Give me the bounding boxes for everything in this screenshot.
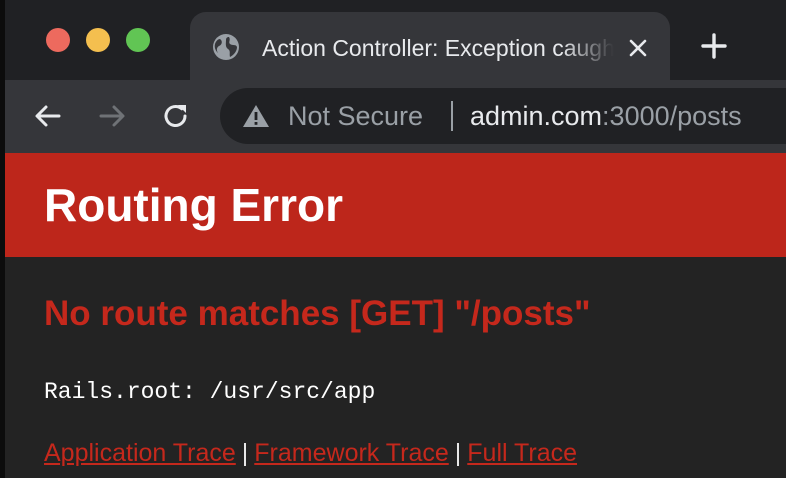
page-title: Routing Error (44, 179, 343, 231)
trace-links: Application Trace | Framework Trace | Full T… (44, 436, 577, 470)
window-edge (0, 0, 5, 478)
tab-strip: Action Controller: Exception caught (0, 0, 786, 82)
arrow-right-icon[interactable] (96, 100, 128, 132)
trace-separator: | (241, 439, 249, 467)
warning-icon[interactable] (242, 103, 270, 129)
globe-icon (213, 34, 239, 60)
address-bar[interactable]: Not Secure admin.com:3000/posts (220, 88, 786, 144)
close-window-button[interactable] (46, 28, 70, 52)
application-trace-link[interactable]: Application Trace (44, 439, 236, 467)
active-tab[interactable]: Action Controller: Exception caught (190, 12, 670, 82)
browser-toolbar: Not Secure admin.com:3000/posts (0, 80, 786, 153)
close-icon[interactable] (626, 36, 650, 60)
full-trace-link[interactable]: Full Trace (467, 439, 577, 467)
omnibox-divider (451, 101, 453, 131)
arrow-left-icon[interactable] (32, 100, 64, 132)
url-host: admin.com (470, 101, 603, 131)
page-content: Routing Error No route matches [GET] "/p… (0, 153, 786, 478)
plus-icon[interactable] (700, 32, 728, 60)
url-path: :3000/posts (602, 101, 742, 131)
trace-separator: | (454, 439, 462, 467)
url-text[interactable]: admin.com:3000/posts (470, 88, 742, 144)
security-status-label[interactable]: Not Secure (288, 88, 423, 144)
error-header: Routing Error (0, 153, 786, 257)
zoom-window-button[interactable] (126, 28, 150, 52)
framework-trace-link[interactable]: Framework Trace (254, 439, 448, 467)
reload-icon[interactable] (160, 100, 192, 132)
browser-window: Action Controller: Exception caught Not … (0, 0, 786, 478)
error-message: No route matches [GET] "/posts" (44, 294, 591, 333)
rails-root-path: Rails.root: /usr/src/app (44, 379, 376, 405)
minimize-window-button[interactable] (86, 28, 110, 52)
tab-title: Action Controller: Exception caught (262, 35, 614, 61)
